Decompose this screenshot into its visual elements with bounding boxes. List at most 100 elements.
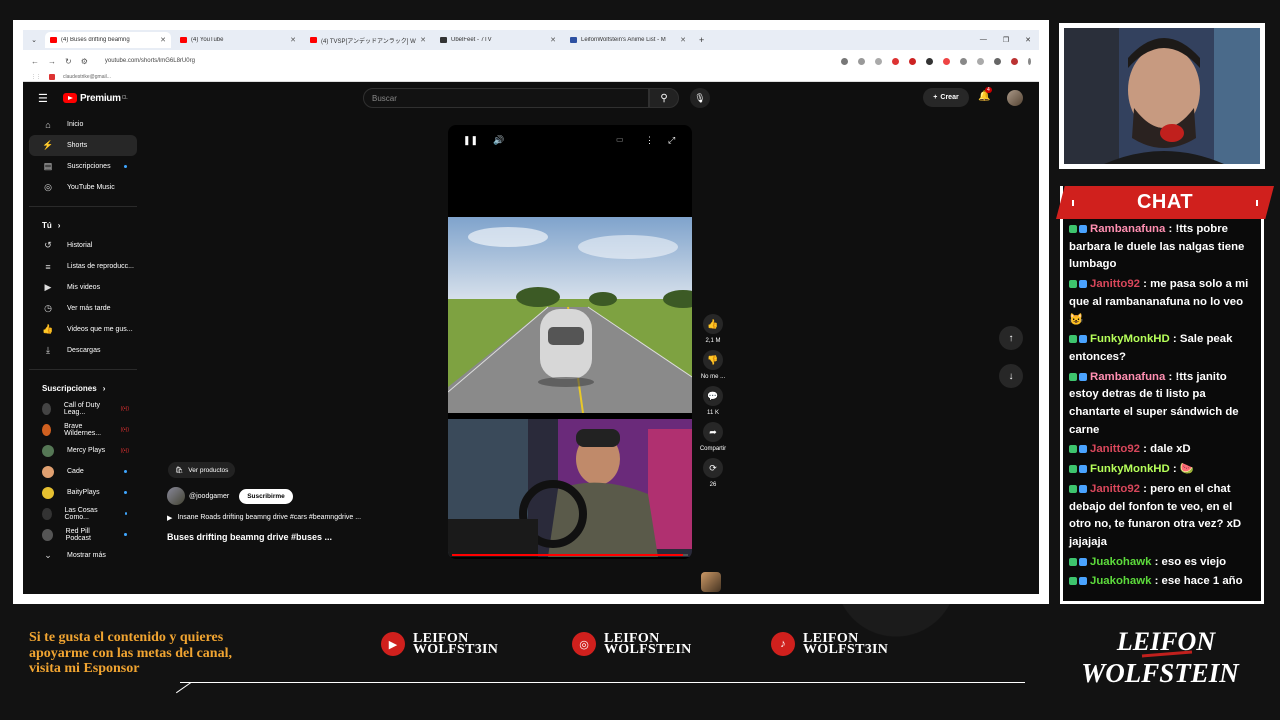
extension-icon[interactable] (909, 57, 916, 65)
sidebar-item-you[interactable]: ≡ Listas de reproducc... (29, 256, 137, 277)
new-tab-button[interactable]: + (695, 35, 708, 45)
browser-tab[interactable]: (4) TVSP[アンデッドアンラック] Wi... ✕ (305, 32, 431, 48)
chat-username[interactable]: Juakohawk (1090, 556, 1151, 568)
tab-close-icon[interactable]: ✕ (420, 36, 426, 44)
sidebar-item-you[interactable]: ◷ Ver más tarde (29, 298, 137, 319)
player-controls: ❚❚ 🔊 ▭ ⋮ ⤢ (448, 135, 692, 149)
sidebar-item-youtube-music[interactable]: ◎ YouTube Music (29, 177, 137, 198)
sidebar-item-subscription[interactable]: Las Cosas Como... (29, 503, 137, 524)
channel-avatar[interactable] (167, 487, 185, 505)
like-button[interactable]: 👍 2,1 M (699, 314, 727, 344)
remix-button[interactable]: ⟳ 26 (699, 458, 727, 488)
social-link[interactable]: ▶ LEIFON WOLFST3IN (381, 632, 498, 657)
sidebar-item-subscription[interactable]: Red Pill Podcast (29, 524, 137, 545)
shorts-player[interactable]: ❚❚ 🔊 ▭ ⋮ ⤢ (448, 125, 692, 559)
tab-search-icon[interactable]: ⌄ (27, 36, 41, 44)
browser-tab[interactable]: LeifonWolfstein's Anime List - M ✕ (565, 32, 691, 48)
sidebar-item-shorts[interactable]: ⚡ Shorts (29, 135, 137, 156)
search-button[interactable]: ⚲ (649, 88, 679, 108)
extension-icon[interactable] (926, 57, 933, 65)
video-progress-bar[interactable] (452, 554, 688, 556)
forward-icon[interactable]: → (48, 57, 56, 66)
chat-username[interactable]: Rambanafuna (1090, 223, 1165, 235)
menu-icon[interactable]: ☰ (38, 92, 48, 105)
sidebar-item-you[interactable]: ↺ Historial (29, 235, 137, 256)
cast-icon[interactable] (841, 57, 848, 65)
extension-icon[interactable] (892, 57, 899, 65)
chat-username[interactable]: Rambanafuna (1090, 371, 1165, 383)
url-field[interactable]: youtube.com/shorts/lmG6L8rU0rg (105, 58, 832, 64)
chat-username[interactable]: Juakohawk (1090, 575, 1151, 587)
search-icon: ⚲ (660, 92, 668, 104)
reload-icon[interactable]: ↻ (65, 57, 72, 66)
song-link[interactable]: ▶ Insane Roads drifting beamng drive #ca… (167, 514, 417, 522)
menu-dots-icon[interactable] (1028, 57, 1031, 65)
account-avatar[interactable] (1007, 90, 1023, 106)
share-button[interactable]: ➦ Compartir (699, 422, 727, 452)
volume-icon[interactable]: 🔊 (493, 135, 504, 146)
chat-username[interactable]: Janitto92 (1090, 443, 1140, 455)
back-icon[interactable]: ← (31, 57, 39, 66)
bookmark-star-icon[interactable] (858, 57, 865, 65)
extensions-puzzle-icon[interactable] (960, 57, 967, 65)
browser-tab[interactable]: UbelFeet - 7TV ✕ (435, 32, 561, 48)
bookmark-gmail[interactable]: claudestrike@gmail... (63, 74, 111, 80)
pause-icon[interactable]: ❚❚ (463, 135, 478, 146)
chat-username[interactable]: FunkyMonkHD (1090, 333, 1170, 345)
more-options-icon[interactable]: ⋮ (645, 135, 654, 146)
downloads-icon[interactable] (994, 57, 1001, 65)
sidebar-item-subscription[interactable]: Brave Wildernes... ((•)) (29, 419, 137, 440)
sidebar-item-you[interactable]: ▶ Mis videos (29, 277, 137, 298)
you-heading[interactable]: Tú › (29, 215, 143, 235)
captions-icon[interactable]: ▭ (616, 135, 624, 144)
apps-icon[interactable]: ⋮⋮ (31, 74, 41, 80)
chat-username[interactable]: Janitto92 (1090, 278, 1140, 290)
dislike-button[interactable]: 👎 No me ... (699, 350, 727, 380)
chat-username[interactable]: Janitto92 (1090, 483, 1140, 495)
close-window-icon[interactable]: ✕ (1025, 36, 1031, 44)
profile-avatar[interactable] (1011, 57, 1018, 65)
tab-close-icon[interactable]: ✕ (290, 36, 296, 44)
browser-tab[interactable]: (4) Buses drifting beamng ✕ (45, 32, 171, 48)
chat-username[interactable]: FunkyMonkHD (1090, 463, 1170, 475)
show-more-button[interactable]: ⌄ Mostrar más (29, 545, 137, 566)
sidebar-item-subscription[interactable]: BaityPlays (29, 482, 137, 503)
chat-messages: Rambanafuna : !tts pobre barbara le duel… (1069, 221, 1257, 593)
subscriptions-heading[interactable]: Suscripciones › (29, 378, 143, 398)
comment-button[interactable]: 💬 11 K (699, 386, 727, 416)
social-link[interactable]: ♪ LEIFON WOLFST3IN (771, 632, 888, 657)
sidebar-item-subscription[interactable]: Cade (29, 461, 137, 482)
tab-close-icon[interactable]: ✕ (680, 36, 686, 44)
social-link[interactable]: ◎ LEIFON WOLFSTEIN (572, 632, 692, 657)
notifications-button[interactable]: 🔔 4 (978, 87, 992, 102)
sidebar-item-subscription[interactable]: Call of Duty Leag... ((•)) (29, 398, 137, 419)
gmail-icon[interactable] (943, 57, 950, 65)
search-input[interactable]: Buscar (363, 88, 649, 108)
tab-close-icon[interactable]: ✕ (160, 36, 166, 44)
extension-icon[interactable] (875, 57, 882, 65)
subscribe-button[interactable]: Suscribirme (239, 488, 293, 504)
sidebar-item-suscripciones[interactable]: ▤ Suscripciones (29, 156, 137, 177)
minimize-icon[interactable]: — (980, 36, 987, 44)
site-info-icon[interactable]: ⚙ (81, 57, 88, 66)
sound-thumbnail[interactable] (701, 572, 721, 592)
view-products-button[interactable]: 🛍 Ver productos (168, 462, 236, 478)
fullscreen-icon[interactable]: ⤢ (668, 135, 675, 146)
tab-close-icon[interactable]: ✕ (550, 36, 556, 44)
previous-short-button[interactable]: ↑ (999, 326, 1023, 350)
youtube-logo[interactable]: Premium CL (63, 93, 128, 104)
sidebar-item-subscription[interactable]: Mercy Plays ((•)) (29, 440, 137, 461)
short-title[interactable]: Buses drifting beamng drive #buses ... (167, 532, 417, 542)
channel-name[interactable]: @joodgamer (189, 493, 229, 500)
browser-tab[interactable]: (4) YouTube ✕ (175, 32, 301, 48)
badge-icon (1079, 465, 1087, 474)
sidebar-item-inicio[interactable]: ⌂ Inicio (29, 114, 137, 135)
extension-icon[interactable] (977, 57, 984, 65)
voice-search-button[interactable]: 🎙 (690, 88, 710, 108)
create-button[interactable]: + Crear (923, 88, 969, 107)
next-short-button[interactable]: ↓ (999, 364, 1023, 388)
youtube-header: ☰ Premium CL Buscar ⚲ 🎙 + Crear 🔔 4 (23, 82, 1039, 114)
maximize-icon[interactable]: ❐ (1003, 36, 1009, 44)
sidebar-item-you[interactable]: ⤓ Descargas (29, 340, 137, 361)
sidebar-item-you[interactable]: 👍 Videos que me gus... (29, 319, 137, 340)
